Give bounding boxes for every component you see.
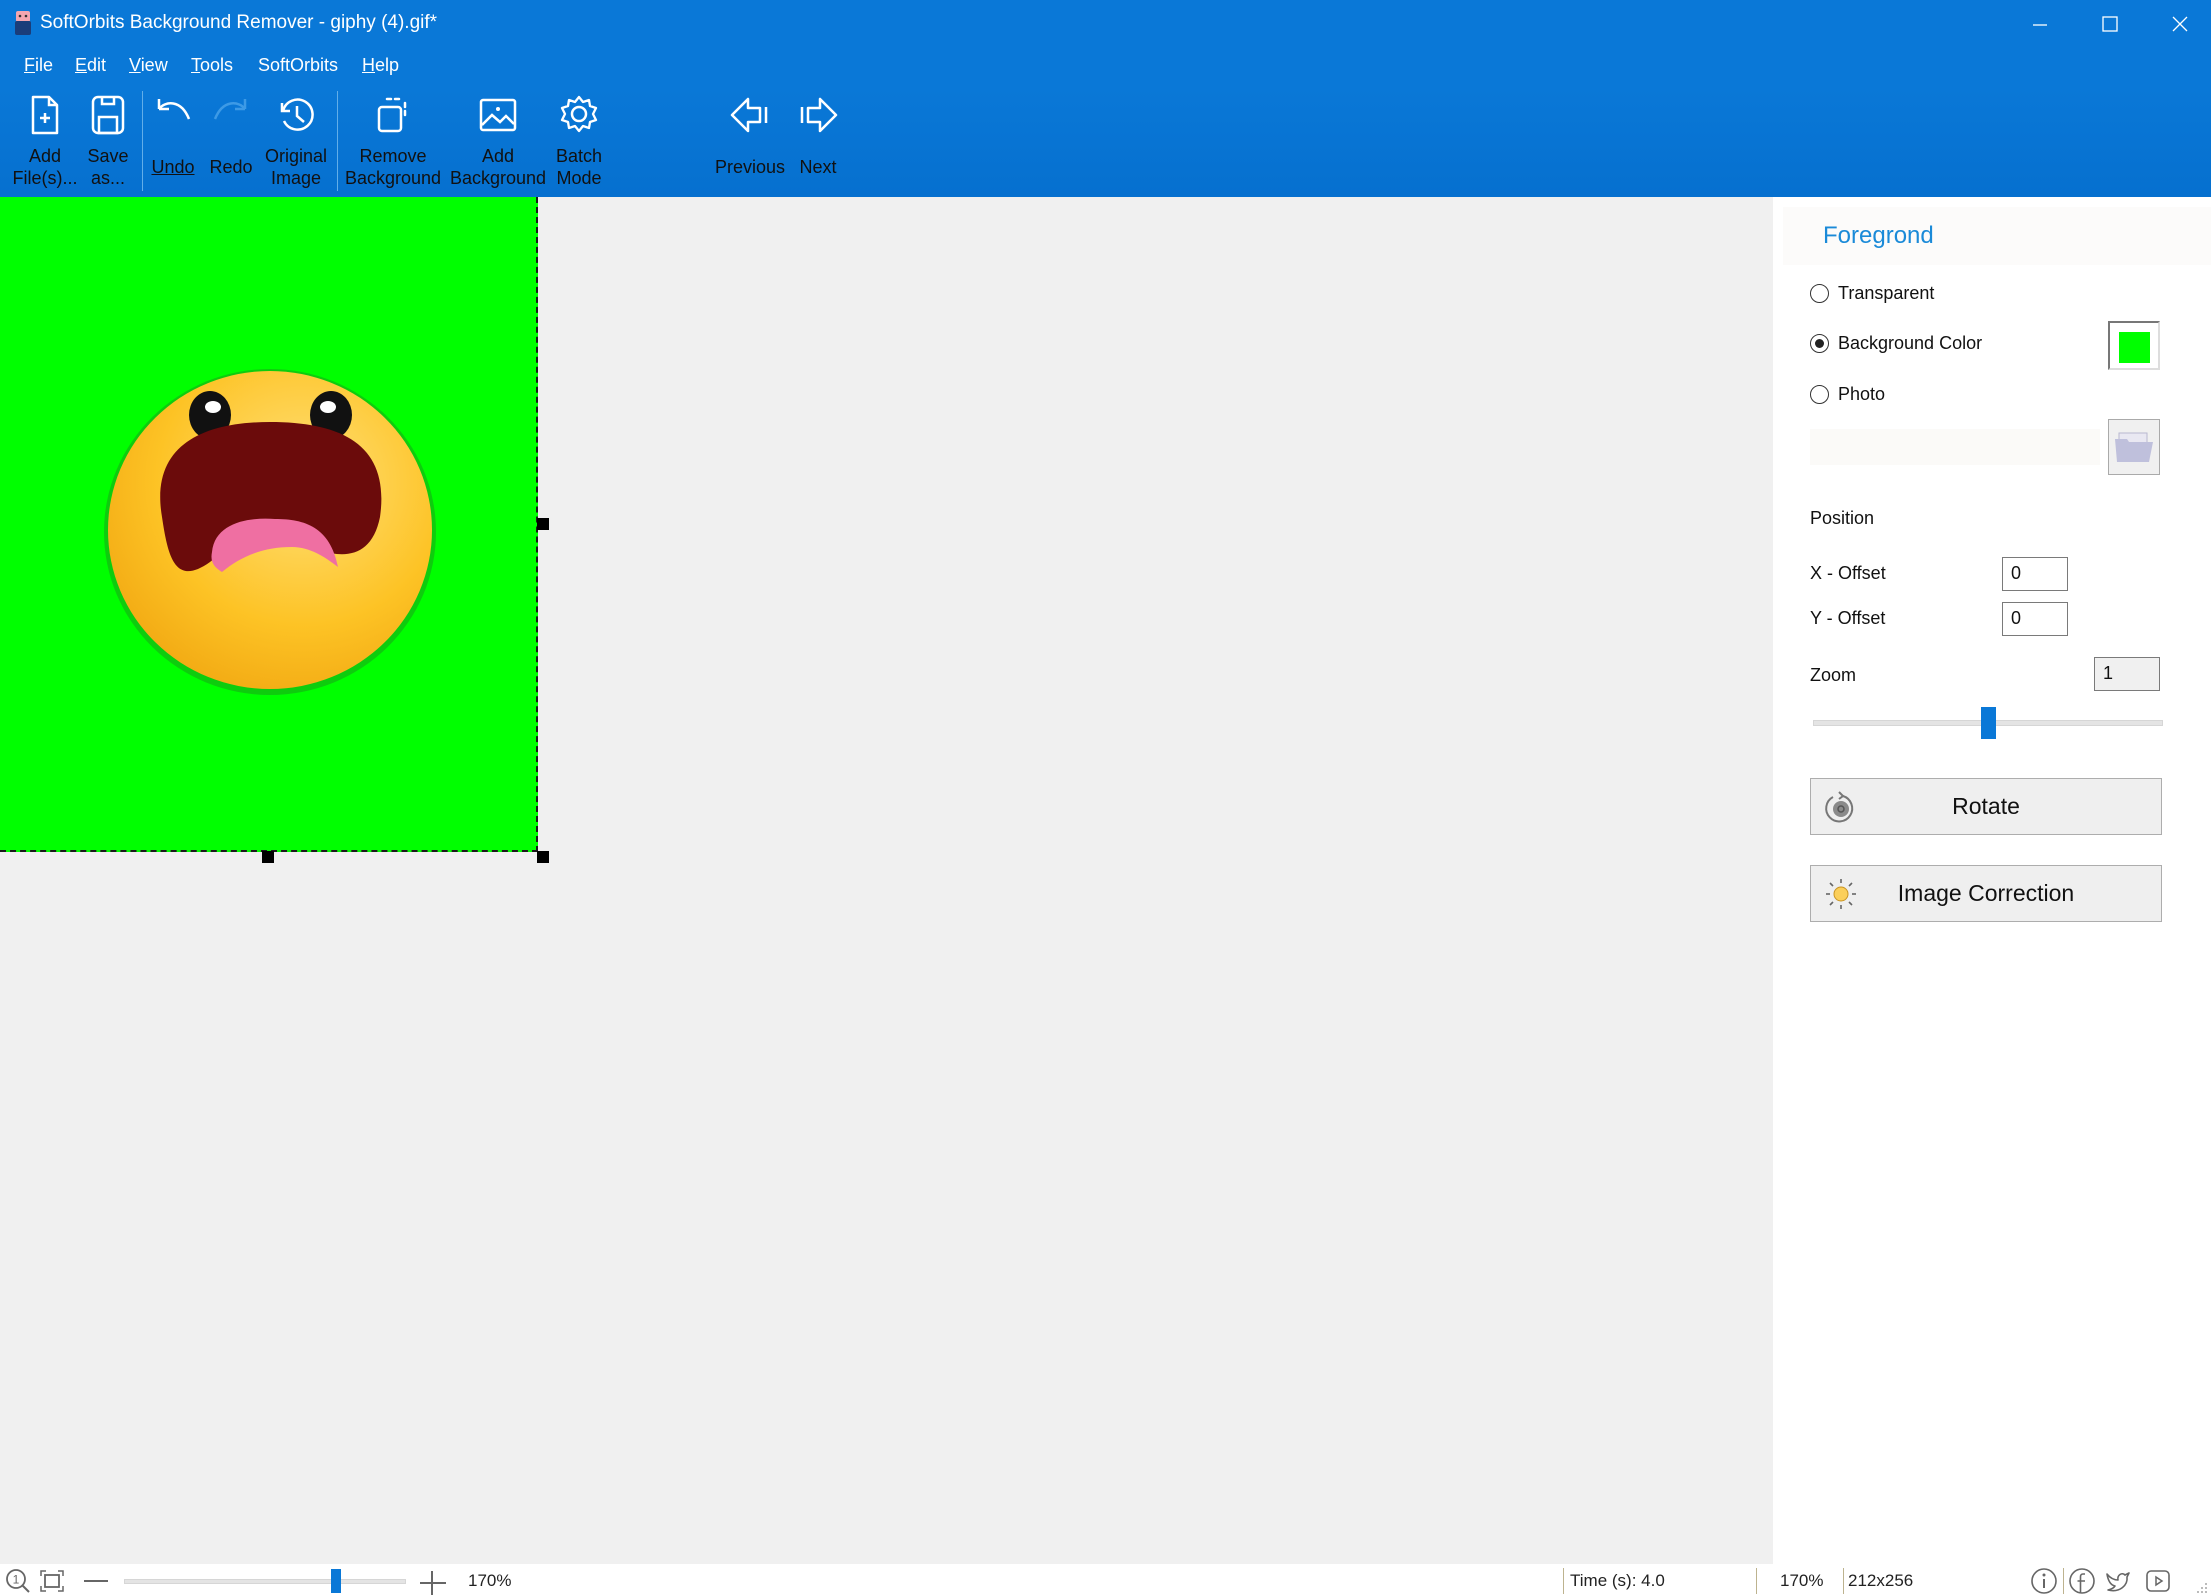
option-transparent[interactable]: Transparent <box>1810 283 1934 304</box>
arrow-left-icon <box>730 97 768 133</box>
toolbar-separator <box>142 91 143 191</box>
resize-handle-bottom[interactable] <box>262 851 274 863</box>
browse-photo-button[interactable] <box>2108 419 2160 475</box>
close-button[interactable] <box>2145 0 2211 47</box>
toolbar: Add File(s)... Save as... Undo Redo Origin… <box>0 87 2211 197</box>
app-icon <box>15 11 31 35</box>
remove-background-icon <box>377 97 407 133</box>
y-offset-input[interactable]: 0 <box>2002 602 2068 636</box>
status-zoom-slider[interactable] <box>124 1579 406 1584</box>
emoji-image <box>104 369 436 695</box>
y-offset-label: Y - Offset <box>1810 608 1886 628</box>
image-dimensions: 212x256 <box>1848 1571 1914 1590</box>
x-offset-input[interactable]: 0 <box>2002 557 2068 591</box>
status-separator <box>1563 1568 1564 1594</box>
panel-header: Foregrond <box>1783 207 2211 265</box>
image-icon <box>479 98 517 132</box>
window-title: SoftOrbits Background Remover - giphy (4… <box>40 12 438 33</box>
zoom-label: Zoom <box>1810 665 1857 685</box>
image-correction-button[interactable]: Image Correction <box>1810 865 2162 922</box>
radio-photo[interactable] <box>1810 385 1829 404</box>
color-picker-button[interactable] <box>2108 321 2160 370</box>
add-files-button[interactable]: Add File(s)... <box>12 87 78 197</box>
image-canvas[interactable] <box>0 197 1773 1564</box>
actual-size-icon[interactable]: 1 <box>4 1567 32 1595</box>
rotate-icon <box>1825 791 1854 823</box>
radio-background-color[interactable] <box>1810 334 1829 353</box>
resize-handle-right[interactable] <box>537 518 549 530</box>
resize-handle-corner[interactable] <box>537 851 549 863</box>
fit-to-window-icon[interactable] <box>38 1567 66 1595</box>
status-separator <box>2063 1568 2064 1594</box>
batch-mode-button[interactable]: Batch Mode <box>548 87 610 197</box>
gear-icon <box>560 95 598 133</box>
minimize-icon <box>2033 23 2047 26</box>
add-background-button[interactable]: Add Background <box>448 87 548 197</box>
panel-title: Foregrond <box>1823 222 1934 249</box>
facebook-icon[interactable] <box>2068 1567 2096 1595</box>
zoom-value-input[interactable]: 1 <box>2094 657 2160 691</box>
remove-background-button[interactable]: Remove Background <box>343 87 443 197</box>
previous-button[interactable]: Previous <box>712 87 788 197</box>
menu-tools[interactable]: Tools <box>191 55 233 76</box>
menu-edit[interactable]: Edit <box>75 55 106 76</box>
zoom-slider-thumb[interactable] <box>1981 707 1996 739</box>
menu-bar: File Edit View Tools SoftOrbits Help <box>0 47 2211 87</box>
resize-grip-icon[interactable] <box>2192 1567 2210 1595</box>
maximize-button[interactable] <box>2075 0 2145 47</box>
menu-help[interactable]: Help <box>362 55 399 76</box>
add-file-icon <box>31 95 59 135</box>
radio-transparent[interactable] <box>1810 284 1829 303</box>
maximize-icon <box>2102 15 2118 32</box>
history-icon <box>280 98 314 131</box>
status-zoom-thumb[interactable] <box>330 1569 341 1593</box>
foreground-panel: Foregrond Transparent Background Color P… <box>1773 197 2211 1564</box>
svg-text:1: 1 <box>13 1573 20 1587</box>
info-icon[interactable] <box>2030 1567 2058 1595</box>
option-photo[interactable]: Photo <box>1810 384 1885 405</box>
toolbar-separator <box>337 91 338 191</box>
status-separator <box>1843 1568 1844 1594</box>
selected-color-swatch <box>2119 332 2150 363</box>
status-bar: 1 170% Time (s): 4.0 170% 212x256 <box>0 1564 2211 1596</box>
menu-softorbits[interactable]: SoftOrbits <box>258 55 338 76</box>
save-icon <box>91 95 125 135</box>
arrow-right-icon <box>800 97 838 133</box>
save-as-button[interactable]: Save as... <box>80 87 136 197</box>
undo-icon <box>157 99 191 120</box>
undo-button[interactable]: Undo <box>148 87 198 197</box>
zoom-percent: 170% <box>468 1571 512 1590</box>
zoom-in-icon[interactable] <box>418 1567 446 1595</box>
time-readout: Time (s): 4.0 <box>1570 1571 1665 1590</box>
redo-icon <box>213 99 247 120</box>
position-label: Position <box>1810 508 1875 528</box>
minimize-button[interactable] <box>2005 0 2075 47</box>
title-bar: SoftOrbits Background Remover - giphy (4… <box>0 0 2211 47</box>
option-background-color[interactable]: Background Color <box>1810 333 1982 354</box>
image-preview[interactable] <box>0 197 538 852</box>
rotate-button[interactable]: Rotate <box>1810 778 2162 835</box>
photo-path-field[interactable] <box>1810 429 2100 465</box>
youtube-icon[interactable] <box>2144 1567 2172 1595</box>
close-icon <box>2172 16 2188 31</box>
redo-button: Redo <box>203 87 259 197</box>
next-button[interactable]: Next <box>792 87 844 197</box>
zoom-readout: 170% <box>1780 1571 1824 1590</box>
status-separator <box>1756 1568 1757 1594</box>
folder-icon <box>2115 432 2153 462</box>
original-image-button[interactable]: Original Image <box>262 87 330 197</box>
zoom-out-icon[interactable] <box>82 1567 110 1595</box>
sun-icon <box>1826 879 1856 909</box>
menu-file[interactable]: File <box>24 55 53 76</box>
twitter-icon[interactable] <box>2104 1567 2132 1595</box>
x-offset-label: X - Offset <box>1810 563 1886 583</box>
menu-view[interactable]: View <box>129 55 168 76</box>
